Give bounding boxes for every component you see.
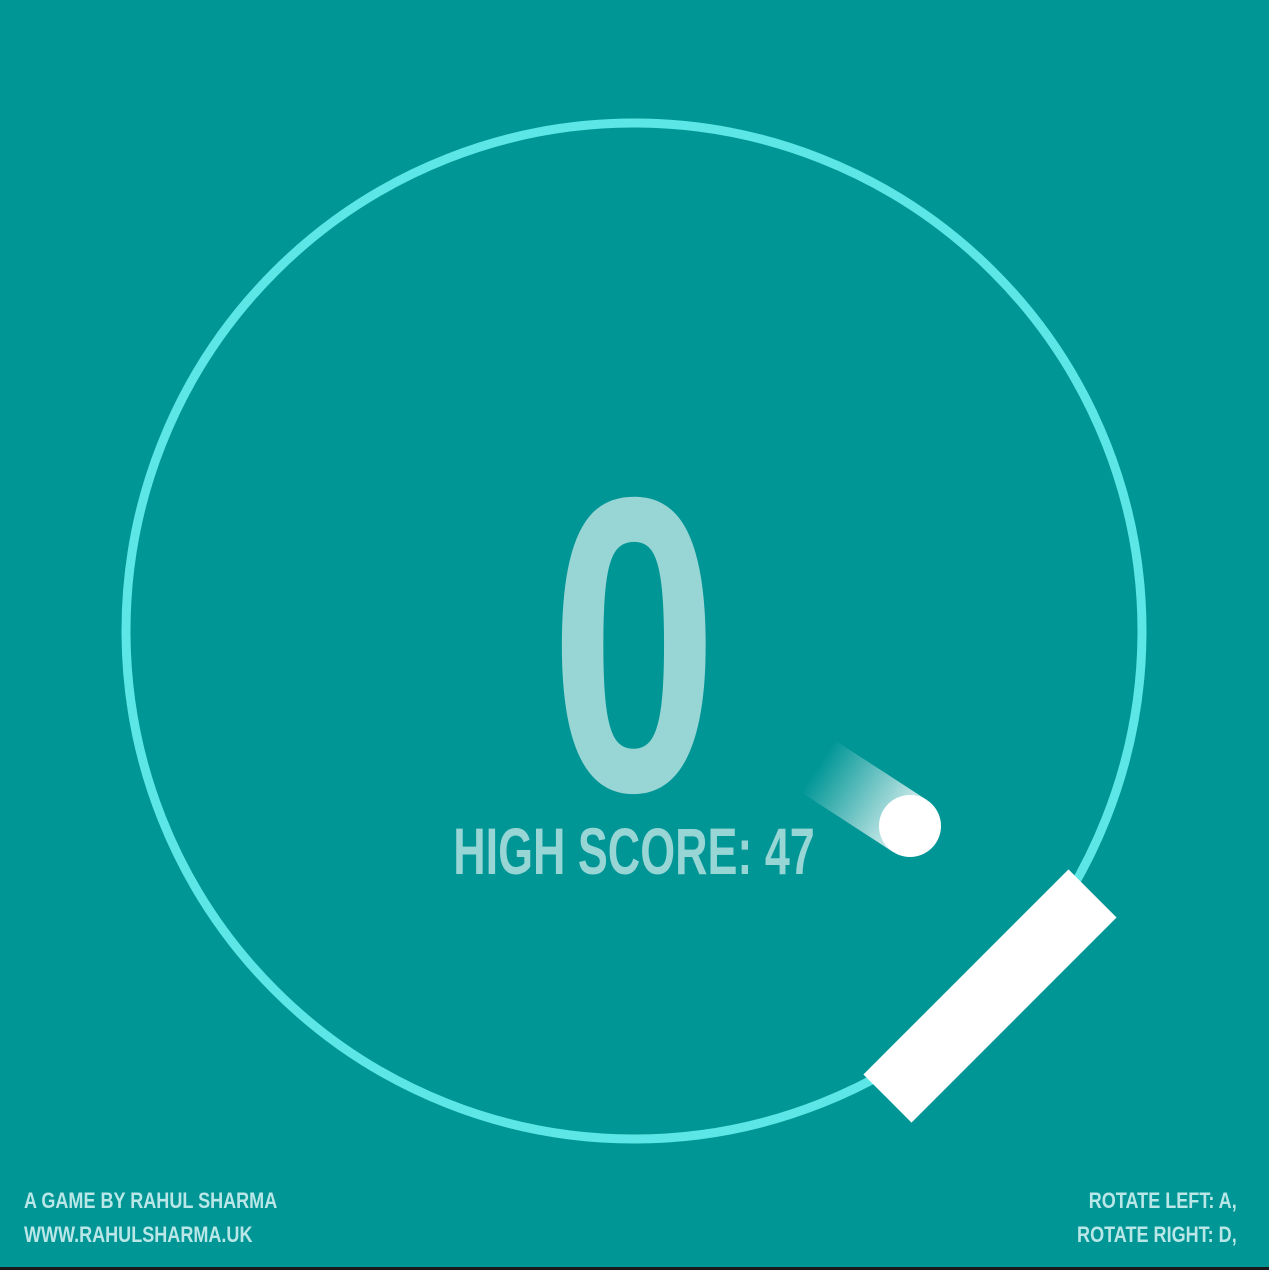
game-scene: 0 HIGH SCORE: 47 [121, 118, 1147, 1144]
credits: A GAME BY RAHUL SHARMA WWW.RAHULSHARMA.U… [24, 1184, 277, 1252]
game-canvas[interactable]: 0 HIGH SCORE: 47 A GAME BY RAHUL SHARMA … [0, 0, 1269, 1267]
website-link[interactable]: WWW.RAHULSHARMA.UK [24, 1218, 277, 1252]
current-score: 0 [550, 410, 718, 879]
paddle[interactable] [863, 869, 1117, 1123]
high-score: HIGH SCORE: 47 [453, 814, 815, 888]
controls-help: ROTATE LEFT: A, ROTATE RIGHT: D, [1077, 1184, 1237, 1252]
ball [879, 795, 941, 857]
rotate-left-hint: ROTATE LEFT: A, [1089, 1188, 1237, 1213]
rotate-right-hint: ROTATE RIGHT: D, [1077, 1222, 1237, 1247]
author-credit: A GAME BY RAHUL SHARMA [24, 1188, 278, 1213]
